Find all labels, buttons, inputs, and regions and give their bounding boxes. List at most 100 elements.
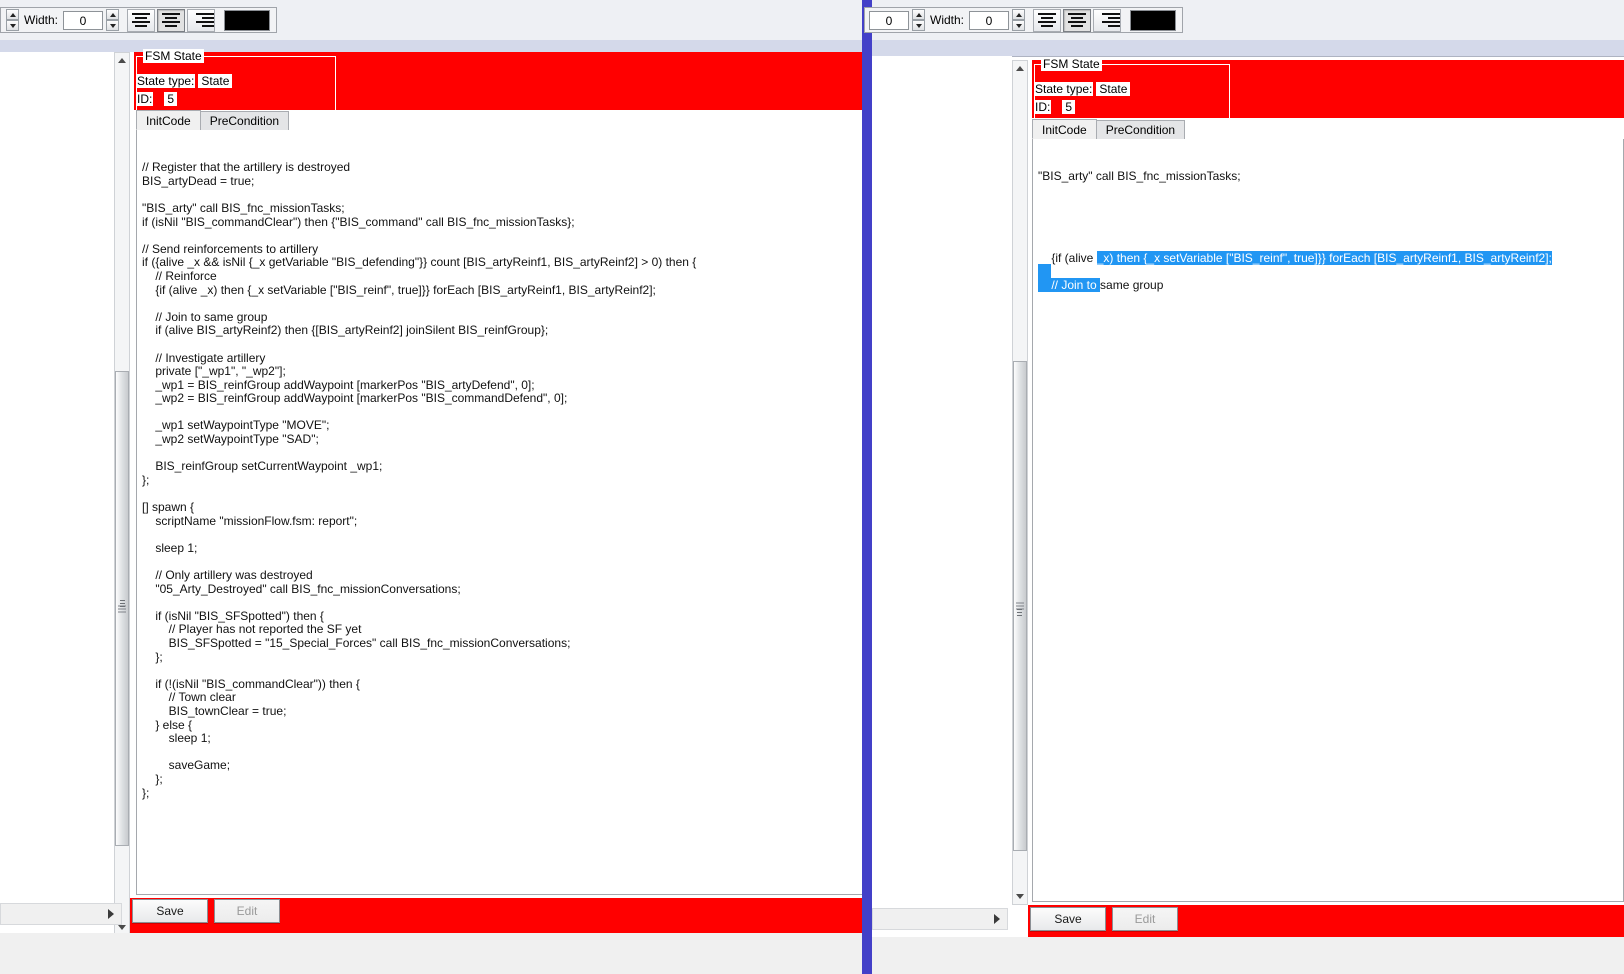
right-hscrollbar[interactable] — [872, 908, 1008, 930]
right-size-input[interactable]: 0 — [869, 10, 909, 30]
code-line: BIS_SFSpotted = "15_Special_Forces" call… — [142, 635, 571, 650]
right-outer-vscrollbar[interactable] — [1012, 60, 1028, 905]
code-line-selected — [1038, 264, 1618, 279]
tab-initcode[interactable]: InitCode — [136, 110, 201, 130]
align-right-icon[interactable] — [187, 8, 216, 32]
tab-precondition[interactable]: PreCondition — [199, 111, 290, 130]
right-id-label: ID: — [1034, 100, 1052, 114]
code-line: BIS_reinfGroup setCurrentWaypoint _wp1; — [142, 459, 383, 474]
right-code-editor[interactable]: "BIS_arty" call BIS_fnc_missionTasks; {i… — [1032, 139, 1624, 902]
left-id-label: ID: — [136, 92, 154, 106]
left-id-value[interactable]: 5 — [164, 92, 178, 106]
right-code-content[interactable]: "BIS_arty" call BIS_fnc_missionTasks; {i… — [1033, 166, 1623, 296]
left-gutter-handle[interactable] — [119, 595, 125, 611]
right-id-row: ID: 5 — [1034, 100, 1076, 114]
code-line: saveGame; — [142, 758, 231, 773]
code-line: // Send reinforcements to artillery — [142, 241, 319, 256]
align-left-icon[interactable] — [127, 8, 156, 32]
code-line: // Only artillery was destroyed — [142, 568, 313, 582]
window-splitter[interactable] — [862, 0, 872, 974]
right-width-label: Width: — [930, 13, 965, 27]
code-line: // Town clear — [142, 690, 236, 705]
right-groupbox-title: FSM State — [1041, 57, 1102, 71]
code-line: // Investigate artillery — [142, 350, 266, 365]
code-line: if (alive BIS_artyReinf2) then {[BIS_art… — [142, 323, 549, 338]
selection-highlight: _x) then {_x setVariable ["BIS_reinf", t… — [1096, 250, 1552, 265]
right-save-button[interactable]: Save — [1030, 907, 1106, 931]
code-line: // Reinforce — [142, 268, 217, 283]
code-line: "BIS_arty" call BIS_fnc_missionTasks; — [1038, 169, 1241, 184]
left-state-type-label: State type: — [136, 74, 196, 88]
code-line: sleep 1; — [142, 540, 198, 555]
code-line: _wp2 = BIS_reinfGroup addWaypoint [marke… — [142, 391, 568, 406]
left-code-content[interactable]: // Register that the artillery is destro… — [137, 157, 865, 804]
right-scroll-up-arrow[interactable] — [1013, 61, 1027, 76]
left-edit-button[interactable]: Edit — [214, 899, 280, 923]
code-text: {if (alive — [1038, 250, 1097, 265]
right-toolbar-group: 0 Width: 0 — [864, 7, 1184, 33]
left-outer-vscrollbar[interactable] — [114, 52, 130, 936]
code-line: BIS_townClear = true; — [142, 703, 287, 718]
align-center-icon[interactable] — [157, 8, 186, 32]
right-tab-precondition[interactable]: PreCondition — [1095, 120, 1186, 139]
left-code-editor[interactable]: // Register that the artillery is destro… — [136, 130, 866, 895]
code-text: same group — [1100, 277, 1164, 292]
right-statusbar — [872, 937, 1624, 974]
code-line: _wp1 setWaypointType "MOVE"; — [142, 418, 330, 433]
code-line: private ["_wp1", "_wp2"]; — [142, 364, 286, 379]
scroll-right-arrow[interactable] — [104, 904, 118, 924]
code-line-selected: {if (alive _x) then {_x setVariable ["BI… — [1038, 250, 1618, 266]
right-edit-button[interactable]: Edit — [1112, 907, 1178, 931]
right-scroll-down-arrow[interactable] — [1013, 889, 1027, 904]
left-toolbar: Width: 0 — [0, 0, 866, 41]
right-align-right-icon[interactable] — [1093, 8, 1122, 32]
right-scroll-right-arrow[interactable] — [990, 909, 1004, 929]
right-gutter-handle[interactable] — [1016, 604, 1022, 620]
left-hscrollbar[interactable] — [0, 903, 122, 925]
right-align-center-icon[interactable] — [1063, 8, 1092, 32]
left-width-label: Width: — [24, 13, 59, 27]
code-line: _wp2 setWaypointType "SAD"; — [142, 432, 319, 447]
left-color-swatch[interactable] — [224, 9, 271, 31]
right-width-input[interactable]: 0 — [969, 10, 1010, 30]
right-title-strip — [872, 40, 1624, 57]
code-line: // Join to same group — [142, 309, 268, 324]
left-groupbox-title: FSM State — [143, 49, 204, 63]
code-line: BIS_artyDead = true; — [142, 173, 255, 188]
right-width-spinner[interactable] — [1012, 9, 1026, 31]
scroll-up-arrow[interactable] — [115, 53, 129, 68]
left-width-input[interactable]: 0 — [63, 10, 104, 30]
code-line: if (isNil "BIS_SFSpotted") then { — [142, 608, 324, 623]
code-line: }; — [142, 771, 163, 786]
left-size-spinner[interactable] — [6, 9, 19, 31]
code-line: if ({alive _x && isNil {_x getVariable "… — [142, 255, 697, 270]
right-align-left-icon[interactable] — [1033, 8, 1062, 32]
right-color-swatch[interactable] — [1130, 9, 1177, 31]
right-state-type-label: State type: — [1034, 82, 1094, 96]
code-line: {if (alive _x) then {_x setVariable ["BI… — [142, 282, 656, 297]
right-state-type-value[interactable]: State — [1096, 82, 1131, 96]
code-line: // Register that the artillery is destro… — [142, 160, 351, 175]
left-save-button[interactable]: Save — [132, 899, 208, 923]
left-state-type-value[interactable]: State — [198, 74, 233, 88]
right-tab-initcode[interactable]: InitCode — [1032, 119, 1097, 139]
code-line: }; — [142, 472, 150, 487]
app-root: Width: 0 FSM State State type: State ID:… — [0, 0, 1624, 974]
code-line: [] spawn { — [142, 500, 195, 515]
right-size-spinner[interactable] — [912, 9, 925, 31]
right-left-gutter-panel — [872, 56, 1012, 901]
code-line: }; — [142, 649, 163, 664]
left-width-spinner[interactable] — [106, 9, 120, 31]
code-line: scriptName "missionFlow.fsm: report"; — [142, 513, 358, 528]
left-id-row: ID: 5 — [136, 92, 178, 106]
right-id-value[interactable]: 5 — [1062, 100, 1076, 114]
left-toolbar-group: Width: 0 — [0, 7, 278, 33]
code-line: }; — [142, 785, 150, 800]
selection-highlight — [1038, 264, 1052, 279]
